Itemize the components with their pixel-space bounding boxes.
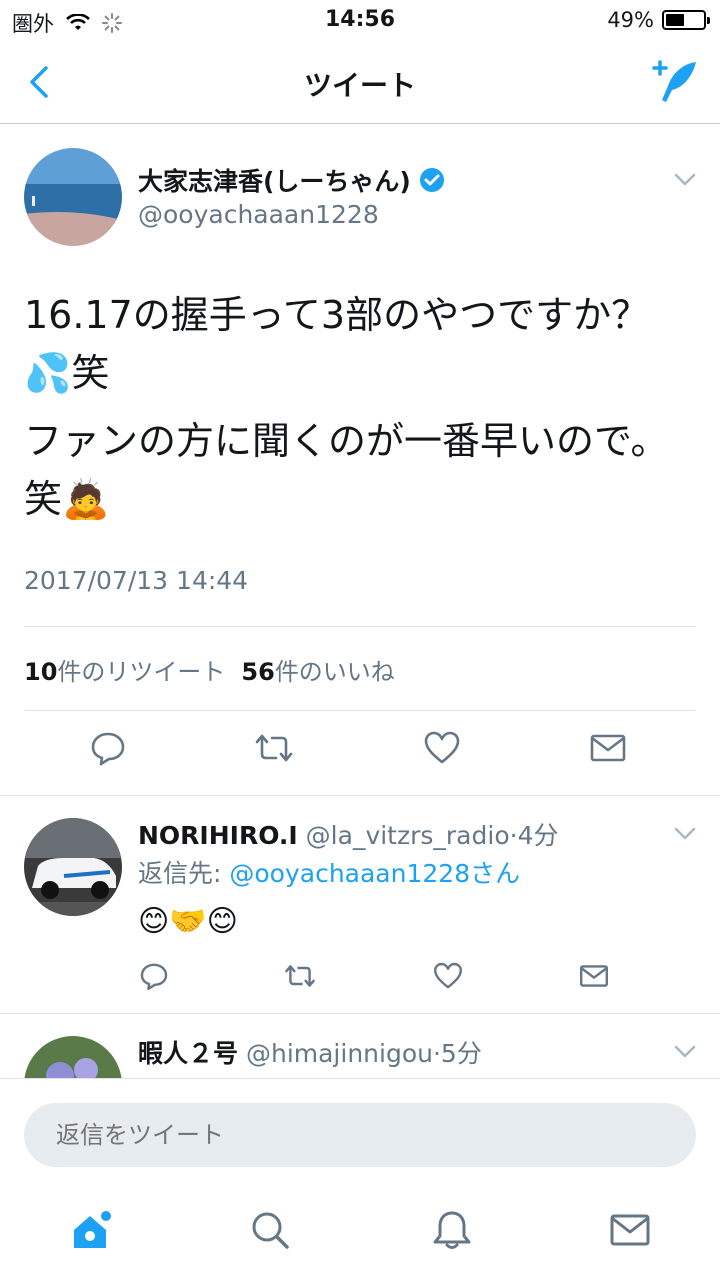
chevron-down-icon[interactable] [672, 820, 698, 846]
retweet-label: 件のリツイート [57, 658, 226, 686]
reply-header: NORIHIRO.I @la_vitzrs_radio·4分 [138, 816, 558, 852]
battery-fill [666, 14, 684, 26]
tweet-timestamp: 2017/07/13 14:44 [24, 566, 249, 595]
status-right: 49% [607, 8, 710, 32]
tweet-stats: 10件のリツイート 56件のいいね [24, 652, 395, 687]
status-bar: 圏外 14:56 49% [0, 0, 720, 40]
direct-message-icon[interactable] [588, 728, 628, 768]
retweet-icon[interactable] [254, 728, 294, 768]
reply-to-mention[interactable]: @ooyachaaan1228さん [229, 859, 520, 888]
reply-author-handle[interactable]: @la_vitzrs_radio [306, 821, 510, 850]
chevron-down-icon[interactable] [672, 166, 698, 192]
reply-avatar[interactable] [24, 818, 122, 916]
avatar-beach-image [24, 148, 122, 246]
divider [24, 626, 696, 627]
separator-dot: · [432, 1039, 441, 1068]
reply-text: 😊🤝😊 [138, 904, 238, 939]
reply-icon[interactable] [138, 960, 170, 992]
reply-tweet[interactable]: 暇人２号 @himajinnigou·5分 [0, 1014, 720, 1078]
battery-percent: 49% [607, 8, 654, 32]
reply-author-handle[interactable]: @himajinnigou [246, 1039, 433, 1068]
messages-icon[interactable] [608, 1208, 652, 1252]
tweet-text-line: 16.17の握手って3部のやつですか？💦笑 [24, 293, 650, 395]
reply-tweet[interactable]: NORIHIRO.I @la_vitzrs_radio·4分 返信先: @ooy… [0, 796, 720, 1014]
like-label: 件のいいね [274, 658, 395, 686]
home-icon[interactable] [70, 1208, 114, 1252]
reply-compose-bar [0, 1078, 720, 1190]
page-title: ツイート [303, 69, 416, 102]
like-stat[interactable]: 56件のいいね [241, 652, 394, 687]
reply-to-label: 返信先: [138, 859, 230, 888]
retweet-stat[interactable]: 10件のリツイート [24, 652, 225, 687]
like-heart-icon[interactable] [422, 728, 462, 768]
tweet-text: 16.17の握手って3部のやつですか？💦笑 ファンの方に聞くのが一番早いので。笑… [24, 286, 684, 538]
retweet-count: 10 [24, 658, 58, 686]
main-tweet: 大家志津香(しーちゃん) @ooyachaaan1228 16.17の握手って3… [0, 124, 720, 796]
compose-tweet-icon[interactable] [648, 56, 700, 108]
reply-age: 4分 [517, 821, 559, 850]
nav-bar: ツイート [0, 40, 720, 124]
reply-avatar[interactable] [24, 1036, 122, 1078]
reply-author-name[interactable]: NORIHIRO.I [138, 821, 298, 850]
tweet-actions [0, 728, 720, 780]
reply-input[interactable] [24, 1103, 696, 1167]
like-count: 56 [241, 658, 275, 686]
battery-icon [662, 10, 710, 30]
like-heart-icon[interactable] [432, 960, 464, 992]
verified-badge-icon [419, 168, 444, 192]
avatar-car-image [24, 818, 122, 916]
search-icon[interactable] [248, 1208, 292, 1252]
author-name-row[interactable]: 大家志津香(しーちゃん) [138, 162, 445, 198]
avatar-flower-image [24, 1036, 122, 1078]
reply-author-name[interactable]: 暇人２号 [138, 1039, 238, 1068]
divider [24, 710, 696, 711]
author-name[interactable]: 大家志津香(しーちゃん) [138, 162, 411, 198]
separator-dot: · [509, 821, 518, 850]
avatar[interactable] [24, 148, 122, 246]
direct-message-icon[interactable] [578, 960, 610, 992]
author-handle[interactable]: @ooyachaaan1228 [138, 200, 379, 229]
chevron-down-icon[interactable] [672, 1038, 698, 1064]
tab-bar [0, 1190, 720, 1280]
reply-header: 暇人２号 @himajinnigou·5分 [138, 1034, 482, 1070]
notifications-bell-icon[interactable] [430, 1208, 474, 1252]
reply-to-line: 返信先: @ooyachaaan1228さん [138, 854, 520, 890]
retweet-icon[interactable] [284, 960, 316, 992]
tweet-text-line: ファンの方に聞くのが一番早いので。笑🙇 [24, 419, 669, 521]
reply-age: 5分 [440, 1039, 482, 1068]
reply-icon[interactable] [88, 728, 128, 768]
